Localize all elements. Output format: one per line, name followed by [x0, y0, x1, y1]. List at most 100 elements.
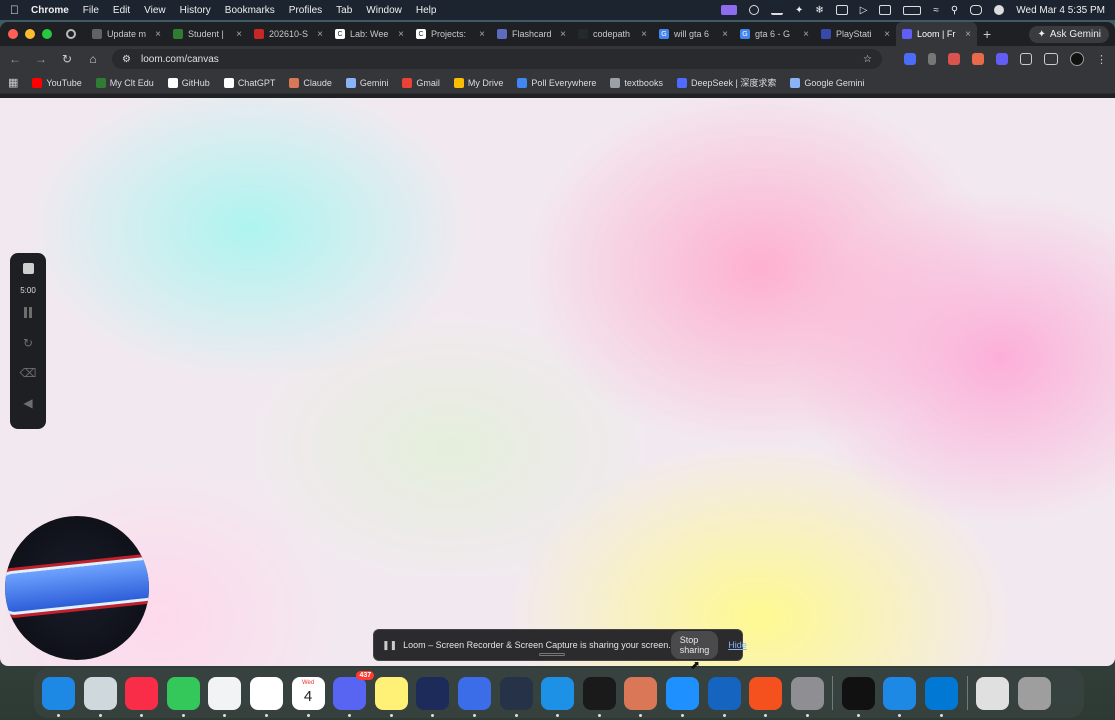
messages-icon[interactable]: [166, 676, 200, 717]
split-view-icon[interactable]: [1044, 53, 1058, 65]
menu-view[interactable]: View: [144, 5, 166, 16]
battery-icon[interactable]: [903, 5, 922, 15]
music-icon[interactable]: [125, 676, 159, 717]
clipboard-icon[interactable]: [879, 5, 892, 15]
tab-close-icon[interactable]: ×: [155, 29, 161, 40]
menu-edit[interactable]: Edit: [113, 5, 130, 16]
home-icon[interactable]: ⌂: [86, 52, 100, 66]
zoom-meeting-icon[interactable]: [457, 676, 491, 717]
bookmark-item[interactable]: textbooks: [610, 77, 663, 88]
zoom-window-button[interactable]: [42, 29, 52, 39]
menu-app-name[interactable]: Chrome: [31, 5, 69, 16]
tab-close-icon[interactable]: ×: [236, 29, 242, 40]
discord-icon[interactable]: 437: [333, 670, 375, 717]
xcode-icon[interactable]: [707, 676, 741, 717]
claude-icon[interactable]: [624, 676, 658, 717]
user-icon[interactable]: [994, 5, 1005, 15]
tab-0[interactable]: Update m ×: [86, 22, 167, 46]
stats-icon[interactable]: [770, 5, 783, 15]
docker-icon[interactable]: [541, 676, 575, 717]
menu-help[interactable]: Help: [416, 5, 437, 16]
audio-meter-icon[interactable]: [499, 676, 533, 717]
tab-close-icon[interactable]: ×: [479, 29, 485, 40]
drag-handle-icon[interactable]: ❚❚: [382, 640, 397, 651]
back-icon[interactable]: ←: [8, 52, 22, 66]
stop-recording-button[interactable]: [22, 263, 34, 274]
chatgpt-icon[interactable]: [582, 676, 616, 717]
notion-icon[interactable]: [249, 676, 283, 717]
tab-close-icon[interactable]: ×: [803, 29, 809, 40]
site-info-icon[interactable]: ⚙: [122, 54, 131, 65]
notion-menu-icon[interactable]: [835, 5, 848, 15]
bookmark-item[interactable]: ChatGPT: [223, 77, 275, 88]
notes-icon[interactable]: [374, 676, 408, 717]
tab-close-icon[interactable]: ×: [722, 29, 728, 40]
tab-8[interactable]: Ggta 6 - G ×: [734, 22, 815, 46]
trash-icon[interactable]: ⌫: [20, 366, 37, 380]
finder-icon[interactable]: [42, 676, 75, 717]
tab-1[interactable]: Student | ×: [167, 22, 248, 46]
tab-5[interactable]: Flashcard ×: [491, 22, 572, 46]
share-bar-grip[interactable]: [539, 653, 565, 656]
bookmark-item[interactable]: Poll Everywhere: [517, 77, 596, 88]
app-store-icon[interactable]: [665, 676, 699, 717]
menu-bookmarks[interactable]: Bookmarks: [225, 5, 275, 16]
sync-icon[interactable]: [748, 5, 759, 15]
bookmark-item[interactable]: My Clt Edu: [95, 77, 154, 88]
profile-avatar[interactable]: [1070, 52, 1084, 66]
system-settings-icon[interactable]: [790, 676, 824, 717]
tab-3[interactable]: C Lab: Wee ×: [329, 22, 410, 46]
bookmark-item[interactable]: Google Gemini: [790, 77, 864, 88]
pen-extension-icon[interactable]: [928, 53, 936, 65]
stop-sharing-button[interactable]: Stop sharing: [670, 631, 719, 659]
apple-icon[interactable]: : [10, 3, 19, 17]
tab-9[interactable]: PlayStati ×: [815, 22, 896, 46]
snowflake-icon[interactable]: ❄: [815, 5, 823, 16]
minimize-window-button[interactable]: [25, 29, 35, 39]
menu-window[interactable]: Window: [366, 5, 402, 16]
bookmark-item[interactable]: DeepSeek | 深度求索: [676, 76, 776, 89]
search-icon[interactable]: ⚲: [951, 5, 958, 16]
trash-icon[interactable]: [1017, 676, 1051, 710]
tab-close-icon[interactable]: ×: [317, 29, 323, 40]
loom-extension-icon[interactable]: [996, 53, 1008, 65]
terminal-icon[interactable]: [841, 676, 875, 717]
tab-close-icon[interactable]: ×: [641, 29, 647, 40]
menu-clock[interactable]: Wed Mar 4 5:35 PM: [1016, 5, 1105, 16]
puzzle-icon[interactable]: [1020, 53, 1032, 65]
menu-file[interactable]: File: [83, 5, 99, 16]
forward-icon[interactable]: →: [34, 52, 48, 66]
menu-profiles[interactable]: Profiles: [289, 5, 322, 16]
chrome-icon[interactable]: [208, 676, 242, 717]
tab-6[interactable]: codepath ×: [572, 22, 653, 46]
hide-link[interactable]: Hide: [728, 640, 747, 650]
apps-grid-icon[interactable]: ▦: [8, 76, 18, 89]
close-window-button[interactable]: [8, 29, 18, 39]
bookmark-star-icon[interactable]: ☆: [863, 54, 872, 65]
swift-playgrounds-icon[interactable]: [749, 676, 783, 717]
menu-tab[interactable]: Tab: [336, 5, 352, 16]
bookmark-item[interactable]: My Drive: [453, 77, 503, 88]
pause-button[interactable]: [24, 307, 32, 318]
restart-icon[interactable]: ↻: [23, 336, 33, 350]
collapse-icon[interactable]: ◀: [23, 396, 32, 410]
tab-2[interactable]: 202610-S ×: [248, 22, 329, 46]
calendar-icon[interactable]: Wed 4: [291, 676, 325, 717]
bookmark-item[interactable]: GitHub: [167, 77, 210, 88]
tab-close-icon[interactable]: ×: [965, 29, 971, 40]
menu-history[interactable]: History: [180, 5, 211, 16]
tab-close-icon[interactable]: ×: [560, 29, 566, 40]
loom-recording-icon[interactable]: [720, 5, 737, 15]
launchpad-icon[interactable]: [83, 676, 117, 717]
shield-extension-icon[interactable]: [904, 53, 916, 65]
tab-close-icon[interactable]: ×: [884, 29, 890, 40]
play-icon[interactable]: ▷: [860, 5, 868, 16]
tab-7[interactable]: Gwill gta 6 ×: [653, 22, 734, 46]
address-bar[interactable]: ⚙ loom.com/canvas ☆: [112, 49, 882, 69]
record-icon[interactable]: [66, 29, 76, 39]
windows-app-icon[interactable]: [883, 676, 917, 717]
arc-icon[interactable]: [416, 676, 450, 717]
bookmark-item[interactable]: Gmail: [402, 77, 440, 88]
tab-10[interactable]: Loom | Fr ×: [896, 22, 977, 46]
new-tab-button[interactable]: +: [983, 26, 991, 42]
